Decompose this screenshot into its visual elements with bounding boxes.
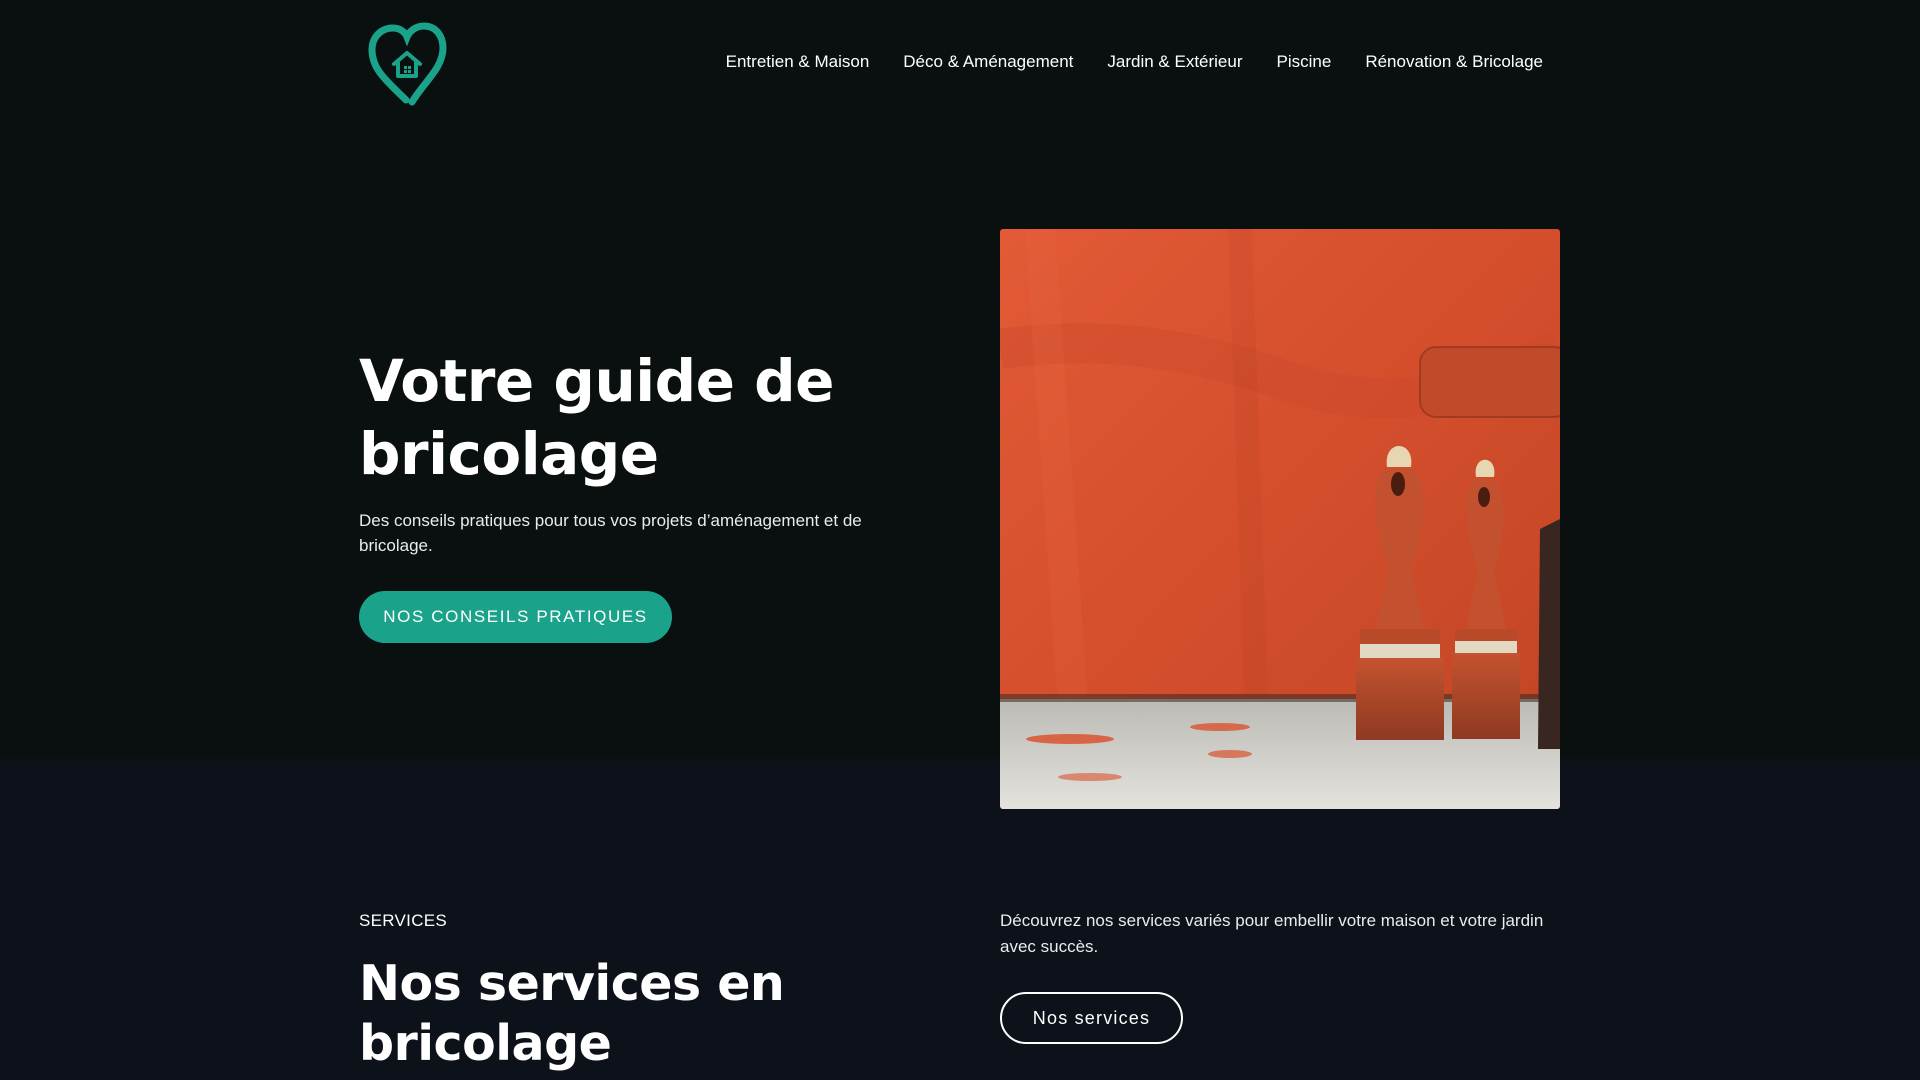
nos-services-button[interactable]: Nos services — [1000, 992, 1183, 1044]
conseils-pratiques-button[interactable]: NOS CONSEILS PRATIQUES — [359, 591, 672, 643]
paint-roller-and-brushes-image — [1000, 229, 1560, 809]
heart-house-icon[interactable] — [366, 20, 448, 106]
hero-section — [0, 0, 1920, 759]
hero-subtitle: Des conseils pratiques pour tous vos pro… — [359, 511, 862, 555]
main-nav: Entretien & Maison Déco & Aménagement Ja… — [726, 52, 1543, 72]
nav-item-entretien-maison[interactable]: Entretien & Maison — [726, 52, 870, 72]
services-section — [0, 759, 1920, 1080]
services-title: Nos services en bricolage — [359, 955, 785, 1072]
hero-title: Votre guide de bricolage — [359, 347, 835, 488]
services-description: Découvrez nos services variés pour embel… — [1000, 911, 1544, 956]
nav-item-piscine[interactable]: Piscine — [1277, 52, 1332, 72]
nav-item-renovation-bricolage[interactable]: Rénovation & Bricolage — [1365, 52, 1543, 72]
nav-item-jardin-exterieur[interactable]: Jardin & Extérieur — [1107, 52, 1242, 72]
services-eyebrow: SERVICES — [359, 911, 448, 930]
nav-item-deco-amenagement[interactable]: Déco & Aménagement — [903, 52, 1073, 72]
